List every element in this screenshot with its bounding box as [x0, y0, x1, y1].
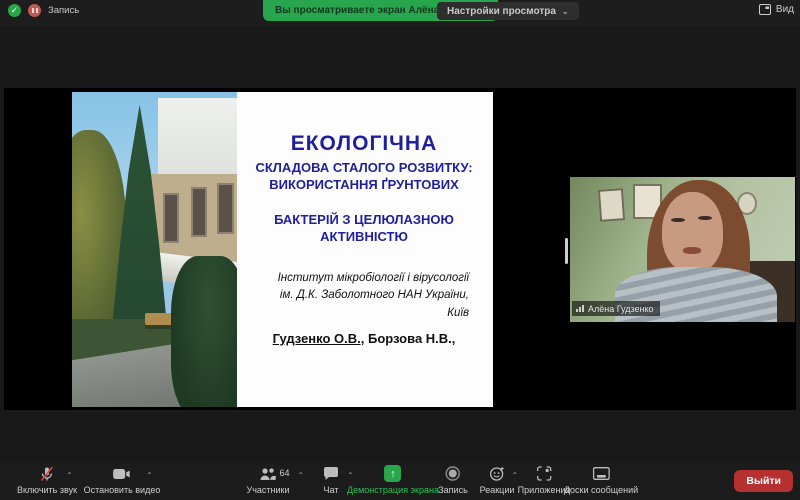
institute-line1: Інститут мікробіології і вірусології: [277, 271, 469, 284]
layout-view-icon: [758, 4, 771, 15]
author-secondary: Борзова Н.В.,: [364, 331, 456, 346]
security-check-icon: ✓: [8, 4, 21, 17]
chevron-up-icon[interactable]: ⌃: [66, 471, 73, 480]
unmute-label: Включить звук: [16, 485, 78, 495]
unmute-button[interactable]: ⌃ Включить звук: [17, 465, 77, 495]
video-picture-frame: [598, 187, 626, 222]
participant-name-tag: Алёна Гудзенко: [572, 301, 660, 316]
recording-label: Запись: [48, 5, 80, 16]
view-button[interactable]: Вид: [758, 4, 794, 15]
recording-indicator: ✓ Запись: [8, 4, 79, 17]
video-camera-icon: [113, 468, 130, 479]
institute-line2: ім. Д.К. Заболотного НАН України,: [279, 289, 469, 302]
whiteboards-label: Доски сообщений: [563, 485, 639, 495]
participant-eye: [671, 217, 685, 222]
whiteboard-icon: [592, 467, 610, 480]
slide-title-line2: СКЛАДОВА СТАЛОГО РОЗВИТКУ:: [255, 160, 473, 175]
photo-bushes: [171, 255, 237, 407]
participant-mouth: [682, 246, 701, 254]
participants-icon: [260, 467, 276, 480]
microphone-muted-icon: [40, 465, 54, 481]
view-settings-label: Настройки просмотра: [447, 5, 556, 17]
participant-video-tile[interactable]: Алёна Гудзенко: [570, 177, 795, 322]
presentation-slide: ЕКОЛОГІЧНА СКЛАДОВА СТАЛОГО РОЗВИТКУ: ВИ…: [72, 92, 493, 407]
view-settings-dropdown[interactable]: Настройки просмотра ⌄: [437, 2, 579, 20]
stop-video-button[interactable]: ⌃ Остановить видео: [83, 465, 161, 495]
zoom-meeting-window: ✓ Запись Вы просматриваете экран Алёна Г…: [0, 0, 800, 500]
share-screen-icon: ↑: [384, 465, 402, 482]
reactions-label: Реакции: [479, 485, 515, 495]
participant-name: Алёна Гудзенко: [588, 303, 654, 314]
participant-face: [662, 191, 723, 273]
record-label: Запись: [438, 485, 468, 495]
leave-meeting-button[interactable]: Выйти: [734, 470, 793, 492]
meeting-toolbar: ⌃ Включить звук ⌃ Остановить видео 64 ⌃ …: [0, 462, 800, 500]
apps-label: Приложения: [517, 485, 571, 495]
institute-affiliation: Інститут мікробіології і вірусології ім.…: [245, 270, 483, 323]
slide-text-area: ЕКОЛОГІЧНА СКЛАДОВА СТАЛОГО РОЗВИТКУ: ВИ…: [237, 92, 493, 407]
smiley-reaction-icon: [489, 467, 504, 481]
chat-bubble-icon: [324, 466, 338, 480]
record-button[interactable]: Запись: [438, 465, 468, 495]
record-icon: [445, 466, 461, 481]
view-label: Вид: [775, 4, 794, 15]
slide-authors: Гудзенко О.В., Борзова Н.В.,: [245, 331, 483, 346]
share-screen-button[interactable]: ↑ Демонстрация экрана: [347, 465, 439, 495]
institute-line3: Київ: [447, 307, 469, 320]
stop-video-label: Остановить видео: [83, 485, 161, 495]
apps-icon: [536, 466, 552, 481]
photo-window: [162, 192, 180, 244]
chevron-up-icon[interactable]: ⌃: [146, 471, 153, 480]
top-bar: ✓ Запись Вы просматриваете экран Алёна Г…: [0, 0, 800, 26]
photo-window: [217, 183, 234, 234]
photo-window: [190, 186, 208, 237]
chevron-down-icon: ⌄: [561, 6, 569, 16]
participants-button[interactable]: 64 ⌃ Участники: [246, 465, 304, 495]
recording-dot-icon[interactable]: [28, 4, 41, 17]
whiteboards-button[interactable]: Доски сообщений: [564, 465, 638, 495]
share-screen-label: Демонстрация экрана: [347, 485, 439, 495]
participants-label: Участники: [246, 485, 290, 495]
slide-title-main: ЕКОЛОГІЧНА: [290, 132, 438, 155]
slide-title-line5: АКТИВНІСТЮ: [320, 228, 408, 244]
reactions-button[interactable]: ⌃ Реакции: [479, 465, 518, 495]
chat-label: Чат: [323, 485, 339, 495]
participants-count-badge: 64: [279, 468, 290, 478]
video-panel-collapse-handle[interactable]: [565, 238, 568, 264]
apps-button[interactable]: Приложения: [517, 465, 571, 495]
audio-level-icon: [576, 305, 584, 312]
chat-button[interactable]: ⌃ Чат: [323, 465, 354, 495]
slide-title-line3: ВИКОРИСТАННЯ ҐРУНТОВИХ: [269, 176, 459, 192]
institute-building-photo: [72, 92, 237, 407]
chevron-up-icon[interactable]: ⌃: [298, 471, 305, 480]
author-primary: Гудзенко О.В.,: [272, 331, 365, 346]
slide-title-line4: БАКТЕРІЙ З ЦЕЛЮЛАЗНОЮ: [274, 211, 454, 227]
